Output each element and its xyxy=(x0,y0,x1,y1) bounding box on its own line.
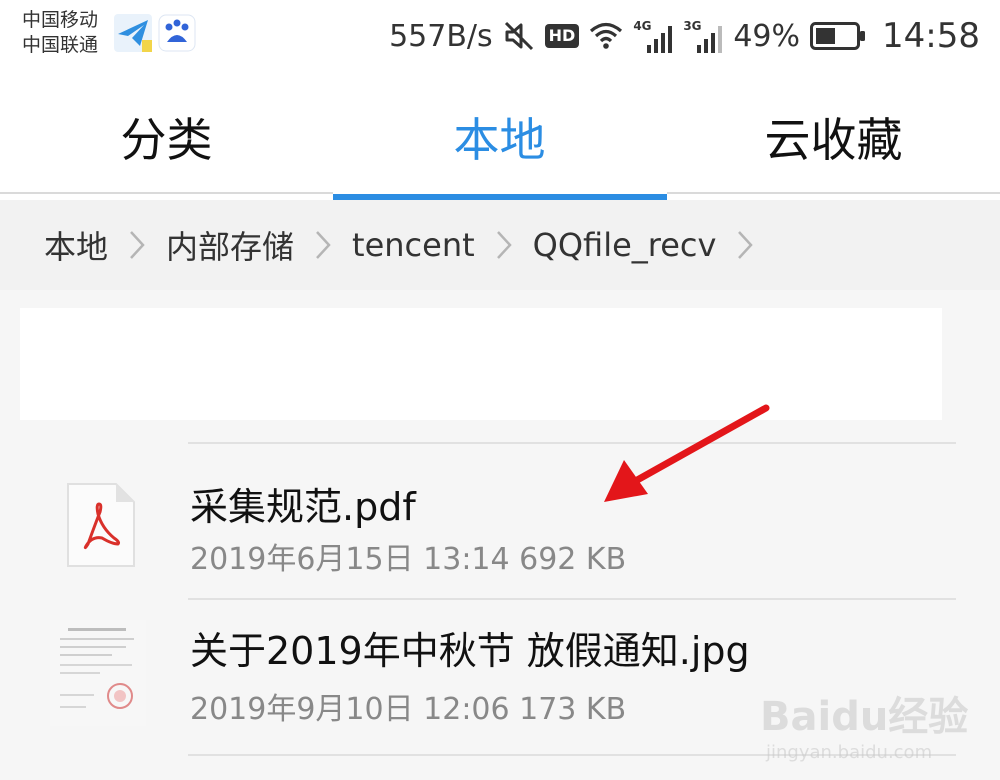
clock: 14:58 xyxy=(882,16,980,56)
baidu-icon xyxy=(158,14,196,52)
chevron-right-icon xyxy=(294,230,352,260)
paper-plane-icon xyxy=(114,14,152,52)
battery-percent: 49% xyxy=(733,18,801,54)
tab-local[interactable]: 本地 xyxy=(333,104,666,170)
breadcrumb-internal-storage[interactable]: 内部存储 xyxy=(166,222,294,268)
file-name: 采集规范.pdf xyxy=(190,485,416,529)
watermark-url: jingyan.baidu.com xyxy=(766,742,933,763)
baidu-jingyan-watermark: Baidu经验 jingyan.baidu.com xyxy=(760,670,990,770)
breadcrumb-qqfile-recv[interactable]: QQfile_recv xyxy=(533,226,717,264)
signal-2-icon: 3G xyxy=(683,19,723,53)
blank-banner xyxy=(20,308,942,420)
tab-cloud-favorites[interactable]: 云收藏 xyxy=(667,104,1000,170)
carrier-2: 中国联通 xyxy=(22,34,99,56)
chevron-right-icon xyxy=(475,230,533,260)
file-meta: 2019年6月15日 13:14 692 KB xyxy=(190,542,627,577)
hd-icon: HD xyxy=(544,24,580,48)
file-list: 采集规范.pdf 2019年6月15日 13:14 692 KB 关于2019年… xyxy=(0,290,1000,780)
annotation-arrow xyxy=(604,404,770,502)
chevron-right-icon xyxy=(716,230,774,260)
tab-divider-right xyxy=(667,192,1000,194)
signal-1-icon: 4G xyxy=(633,19,673,53)
carrier-1: 中国移动 xyxy=(22,9,99,31)
status-bar: 中国移动 中国联通 557B/s HD 4G 3G 49% 14:58 xyxy=(0,0,1000,80)
image-thumbnail xyxy=(50,620,146,726)
tab-bar: 分类 本地 云收藏 xyxy=(0,80,1000,200)
breadcrumb: 本地 内部存储 tencent QQfile_recv xyxy=(0,200,1000,290)
pdf-file-icon xyxy=(67,483,135,567)
network-speed: 557B/s xyxy=(389,18,493,54)
file-meta: 2019年9月10日 12:06 173 KB xyxy=(190,692,627,727)
file-row-pdf[interactable]: 采集规范.pdf 2019年6月15日 13:14 692 KB xyxy=(0,444,1000,594)
chevron-right-icon xyxy=(108,230,166,260)
breadcrumb-local[interactable]: 本地 xyxy=(44,222,108,268)
watermark-logo: Baidu经验 xyxy=(760,694,969,740)
carrier-info: 中国移动 中国联通 xyxy=(22,8,98,58)
wifi-icon xyxy=(590,22,623,49)
battery-icon xyxy=(810,22,866,50)
breadcrumb-tencent[interactable]: tencent xyxy=(352,226,475,264)
tab-category[interactable]: 分类 xyxy=(0,104,333,170)
status-indicators: 557B/s HD 4G 3G 49% 14:58 xyxy=(389,12,980,60)
mute-icon xyxy=(504,21,533,51)
tab-divider-left xyxy=(0,192,333,194)
file-name: 关于2019年中秋节 放假通知.jpg xyxy=(190,629,750,673)
